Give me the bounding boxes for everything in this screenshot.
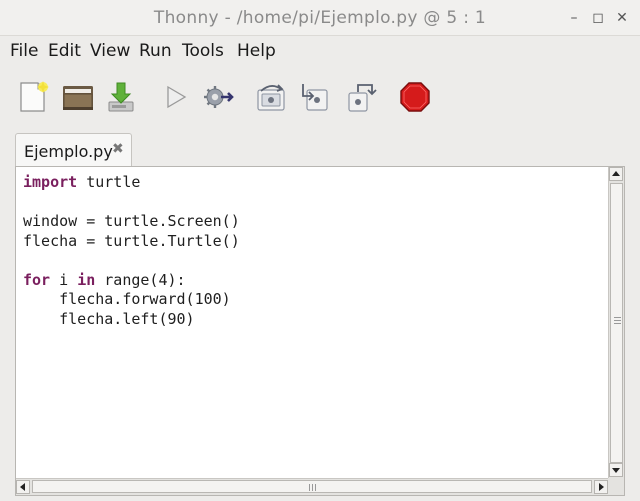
vertical-scrollbar[interactable] bbox=[608, 167, 624, 479]
tab-close-icon[interactable]: ✖ bbox=[112, 141, 124, 157]
menu-help[interactable]: Help bbox=[237, 41, 276, 61]
step-over-icon bbox=[257, 84, 285, 111]
save-icon bbox=[108, 82, 134, 112]
tab-ejemplo-py[interactable]: Ejemplo.py ✖ bbox=[15, 133, 132, 167]
code-text: flecha.forward(100) bbox=[23, 290, 231, 308]
step-over-button[interactable] bbox=[254, 80, 288, 114]
code-line: for i in range(4): bbox=[23, 271, 240, 291]
code-text: window = turtle.Screen() bbox=[23, 212, 240, 230]
menu-bar: File Edit View Run Tools Help bbox=[0, 36, 640, 66]
new-file-icon bbox=[20, 81, 49, 112]
code-keyword: for bbox=[23, 270, 51, 289]
step-into-icon bbox=[302, 84, 328, 111]
grip-line bbox=[309, 484, 310, 491]
maximize-button[interactable]: ◻ bbox=[590, 10, 606, 26]
code-text: i bbox=[50, 270, 78, 289]
horizontal-scrollbar[interactable] bbox=[16, 478, 610, 495]
grip-line bbox=[614, 320, 621, 321]
scrollbar-corner bbox=[608, 478, 624, 495]
menu-tools[interactable]: Tools bbox=[182, 41, 224, 61]
grip-line bbox=[614, 317, 621, 318]
code-text: turtle bbox=[77, 173, 141, 191]
scroll-left-button[interactable] bbox=[16, 480, 30, 494]
code-line: flecha = turtle.Turtle() bbox=[23, 232, 240, 252]
arrow-down-icon bbox=[612, 468, 620, 473]
grip-line bbox=[312, 484, 313, 491]
editor-tabs: Ejemplo.py ✖ bbox=[0, 128, 640, 167]
code-text: flecha.left(90) bbox=[23, 309, 195, 328]
stop-button[interactable] bbox=[398, 80, 432, 114]
step-into-button[interactable] bbox=[298, 80, 332, 114]
close-button[interactable]: ✕ bbox=[614, 10, 630, 26]
grip-line bbox=[315, 484, 316, 491]
code-area[interactable]: import turtle window = turtle.Screen() fle… bbox=[23, 173, 240, 329]
menu-file[interactable]: File bbox=[10, 41, 38, 61]
scroll-down-button[interactable] bbox=[609, 463, 623, 477]
grip-line bbox=[614, 323, 621, 324]
menu-edit[interactable]: Edit bbox=[48, 41, 81, 61]
horizontal-scroll-thumb[interactable] bbox=[32, 480, 592, 493]
menu-view[interactable]: View bbox=[90, 41, 130, 61]
vertical-scroll-thumb[interactable] bbox=[610, 183, 623, 463]
save-file-button[interactable] bbox=[104, 80, 138, 114]
step-out-button[interactable] bbox=[344, 80, 378, 114]
menu-run[interactable]: Run bbox=[139, 41, 172, 61]
code-editor[interactable]: import turtle window = turtle.Screen() fle… bbox=[15, 166, 625, 496]
run-button[interactable] bbox=[158, 80, 192, 114]
arrow-right-icon bbox=[599, 483, 604, 491]
tab-label: Ejemplo.py bbox=[24, 142, 113, 161]
code-line: flecha.forward(100) bbox=[23, 290, 240, 310]
scroll-up-button[interactable] bbox=[609, 167, 623, 181]
code-text: range(4): bbox=[95, 270, 186, 289]
minimize-button[interactable]: – bbox=[566, 10, 582, 26]
code-line: import turtle bbox=[23, 173, 240, 193]
toolbar bbox=[0, 66, 640, 128]
step-out-icon bbox=[348, 84, 377, 112]
arrow-left-icon bbox=[20, 483, 25, 491]
code-text: flecha = turtle.Turtle() bbox=[23, 231, 240, 250]
arrow-up-icon bbox=[612, 171, 620, 176]
code-keyword: import bbox=[23, 173, 78, 191]
title-bar: Thonny - /home/pi/Ejemplo.py @ 5 : 1 – ◻… bbox=[0, 0, 640, 36]
new-file-button[interactable] bbox=[16, 80, 50, 114]
debug-icon bbox=[204, 86, 234, 108]
scroll-right-button[interactable] bbox=[594, 480, 608, 494]
debug-button[interactable] bbox=[202, 80, 236, 114]
window-title: Thonny - /home/pi/Ejemplo.py @ 5 : 1 bbox=[153, 8, 487, 28]
code-line: window = turtle.Screen() bbox=[23, 212, 240, 232]
open-file-button[interactable] bbox=[61, 80, 95, 114]
code-line: flecha.left(90) bbox=[23, 310, 240, 330]
folder-icon bbox=[63, 86, 93, 110]
code-keyword: in bbox=[77, 270, 96, 289]
play-icon bbox=[167, 85, 187, 109]
stop-icon bbox=[400, 82, 430, 112]
